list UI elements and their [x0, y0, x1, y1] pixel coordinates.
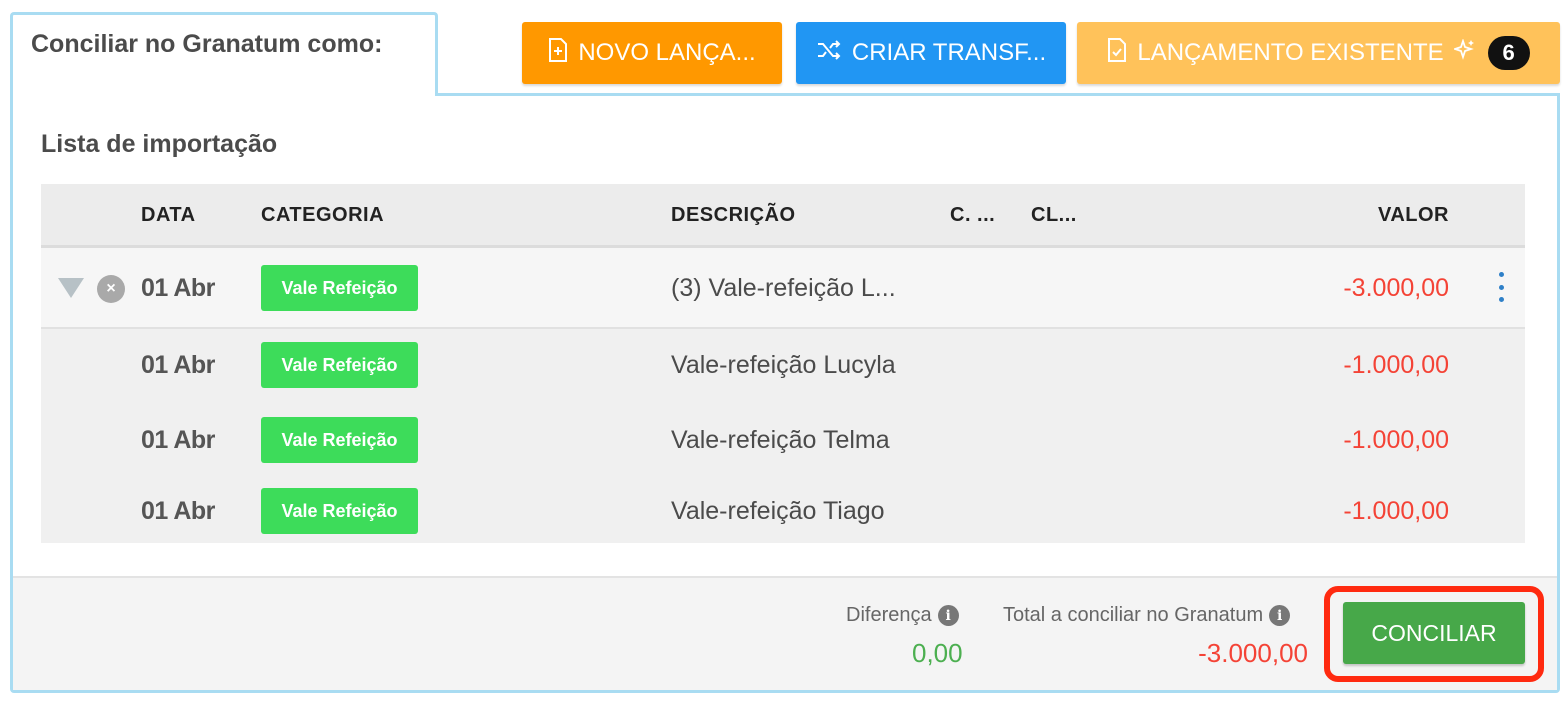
row-description: Vale-refeição Tiago [671, 497, 885, 525]
existing-entry-label: LANÇAMENTO EXISTENTE [1137, 39, 1444, 66]
table-row: 01 Abr Vale Refeição Vale-refeição Tiago… [41, 475, 1525, 543]
existing-entry-button[interactable]: LANÇAMENTO EXISTENTE 6 [1077, 22, 1560, 84]
create-transfer-label: CRIAR TRANSF... [851, 39, 1047, 66]
column-data[interactable]: DATA [141, 204, 196, 227]
row-description: Vale-refeição Telma [671, 426, 890, 454]
table-row: 01 Abr Vale Refeição Vale-refeição Lucyl… [41, 329, 1525, 404]
row-description: Vale-refeição Lucyla [671, 351, 896, 379]
shuffle-icon [816, 39, 842, 68]
column-c[interactable]: C. ... [950, 204, 995, 227]
category-tag[interactable]: Vale Refeição [261, 265, 418, 311]
row-date: 01 Abr [141, 351, 215, 379]
remove-icon[interactable]: × [97, 275, 125, 303]
total-value: -3.000,00 [1198, 638, 1308, 668]
new-entry-button[interactable]: NOVO LANÇA... [522, 22, 782, 84]
category-tag[interactable]: Vale Refeição [261, 417, 418, 463]
file-plus-icon [548, 37, 568, 69]
column-valor[interactable]: VALOR [1378, 204, 1449, 227]
import-table: DATA CATEGORIA DESCRIÇÃO C. ... CL... VA… [41, 184, 1525, 543]
row-value: -3.000,00 [1343, 274, 1449, 302]
file-check-icon [1107, 37, 1127, 69]
total-label: Total a conciliar no Granatum [1003, 604, 1264, 626]
row-date: 01 Abr [141, 426, 215, 454]
difference-label: Diferença [846, 604, 932, 626]
info-icon[interactable]: i [937, 605, 959, 626]
create-transfer-button[interactable]: CRIAR TRANSF... [796, 22, 1066, 84]
row-value: -1.000,00 [1343, 497, 1449, 525]
column-categoria[interactable]: CATEGORIA [261, 204, 384, 227]
table-row-group[interactable]: × 01 Abr Vale Refeição (3) Vale-refeição… [41, 248, 1525, 329]
total-label-group: Total a conciliar no Granatum i [1003, 604, 1291, 627]
info-icon[interactable]: i [1269, 605, 1291, 626]
row-description: (3) Vale-refeição L... [671, 274, 896, 302]
sparkle-icon [1451, 37, 1476, 68]
tab-title: Conciliar no Granatum como: [31, 30, 383, 58]
table-header: DATA CATEGORIA DESCRIÇÃO C. ... CL... VA… [41, 184, 1525, 248]
difference-label-group: Diferença i [846, 604, 959, 627]
row-date: 01 Abr [141, 274, 215, 302]
difference-value: 0,00 [912, 638, 963, 668]
column-cl[interactable]: CL... [1031, 204, 1077, 227]
section-title: Lista de importação [41, 130, 278, 158]
new-entry-label: NOVO LANÇA... [578, 39, 756, 66]
category-tag[interactable]: Vale Refeição [261, 488, 418, 534]
row-value: -1.000,00 [1343, 351, 1449, 379]
column-descricao[interactable]: DESCRIÇÃO [671, 204, 796, 227]
conciliar-button[interactable]: CONCILIAR [1343, 602, 1525, 664]
table-row: 01 Abr Vale Refeição Vale-refeição Telma… [41, 404, 1525, 475]
more-options-icon[interactable] [1497, 272, 1505, 302]
category-tag[interactable]: Vale Refeição [261, 342, 418, 388]
collapse-toggle-icon[interactable] [58, 278, 84, 298]
existing-count-badge: 6 [1487, 36, 1530, 70]
row-value: -1.000,00 [1343, 426, 1449, 454]
reconciliation-panel: Conciliar no Granatum como: NOVO LANÇA..… [0, 0, 1567, 705]
row-date: 01 Abr [141, 497, 215, 525]
